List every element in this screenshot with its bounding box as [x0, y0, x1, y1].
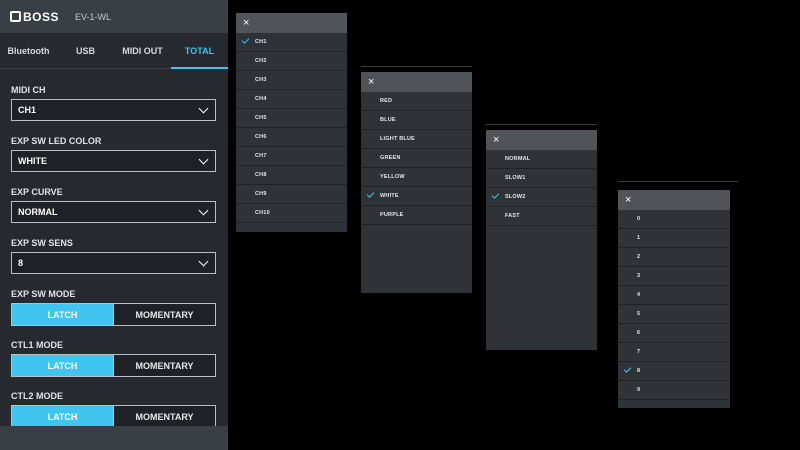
midi-ch-field: MIDI CH CH1 — [11, 84, 216, 121]
boss-logo-icon — [10, 11, 21, 22]
tab-bluetooth[interactable]: Bluetooth — [0, 33, 57, 68]
list-item[interactable]: 5 — [618, 305, 730, 324]
list-item[interactable]: SLOW1 — [486, 169, 597, 188]
boss-logo: BOSS — [10, 10, 59, 24]
exp-sw-sens-label: EXP SW SENS — [11, 238, 73, 248]
list-item[interactable]: CH3 — [236, 71, 347, 90]
chevron-down-icon — [198, 205, 209, 215]
list-item[interactable]: 2 — [618, 248, 730, 267]
list-item[interactable]: CH5 — [236, 109, 347, 128]
list-item[interactable]: GREEN — [361, 149, 472, 168]
list-item[interactable]: FAST — [486, 207, 597, 226]
popup-header: × — [486, 130, 597, 150]
list-item[interactable]: WHITE — [361, 187, 472, 206]
ctl1-mode-toggle: LATCH MOMENTARY — [11, 354, 216, 377]
exp-sw-led-color-value: WHITE — [18, 156, 47, 166]
list-item[interactable]: 9 — [618, 381, 730, 400]
list-item[interactable]: 3 — [618, 267, 730, 286]
popup-header: × — [236, 13, 347, 33]
chevron-down-icon — [198, 154, 209, 164]
sens-popup: × 0 1 2 3 4 5 6 7 8 9 — [618, 190, 730, 408]
list-item[interactable]: CH10 — [236, 204, 347, 223]
list-item[interactable]: 0 — [618, 210, 730, 229]
midi-ch-label: MIDI CH — [11, 85, 46, 95]
popup-shadow-line — [618, 181, 738, 182]
exp-sw-led-color-label: EXP SW LED COLOR — [11, 136, 102, 146]
list-item[interactable]: CH6 — [236, 128, 347, 147]
list-item[interactable]: PURPLE — [361, 206, 472, 225]
list-item[interactable]: 7 — [618, 343, 730, 362]
list-item[interactable]: CH1 — [236, 33, 347, 52]
ctl1-mode-momentary-button[interactable]: MOMENTARY — [113, 355, 215, 376]
check-icon — [491, 191, 500, 199]
exp-sw-led-color-field: EXP SW LED COLOR WHITE — [11, 135, 216, 172]
ctl2-mode-latch-button[interactable]: LATCH — [12, 406, 113, 427]
led-color-popup: × RED BLUE LIGHT BLUE GREEN YELLOW WHITE… — [361, 72, 472, 293]
exp-sw-sens-field: EXP SW SENS 8 — [11, 237, 216, 274]
popup-header: × — [361, 72, 472, 92]
list-item[interactable]: 1 — [618, 229, 730, 248]
ctl1-mode-label: CTL1 MODE — [11, 340, 64, 350]
chevron-down-icon — [198, 103, 209, 113]
close-icon[interactable]: × — [625, 194, 631, 206]
tab-usb[interactable]: USB — [57, 33, 114, 68]
app-header: BOSS EV-1-WL — [0, 0, 228, 33]
list-item[interactable]: SLOW2 — [486, 188, 597, 207]
settings-panel: BOSS EV-1-WL Bluetooth USB MIDI OUT TOTA… — [0, 0, 228, 450]
exp-curve-label: EXP CURVE — [11, 187, 63, 197]
exp-sw-sens-select[interactable]: 8 — [11, 252, 216, 274]
exp-sw-mode-toggle: LATCH MOMENTARY — [11, 303, 216, 326]
exp-curve-field: EXP CURVE NORMAL — [11, 186, 216, 223]
ctl1-mode-field: CTL1 MODE LATCH MOMENTARY — [11, 339, 216, 377]
list-item[interactable]: BLUE — [361, 111, 472, 130]
close-icon[interactable]: × — [368, 76, 374, 88]
check-icon — [623, 365, 632, 373]
close-icon[interactable]: × — [243, 17, 249, 29]
ctl2-mode-field: CTL2 MODE LATCH MOMENTARY — [11, 390, 216, 428]
list-item[interactable]: YELLOW — [361, 168, 472, 187]
exp-sw-mode-label: EXP SW MODE — [11, 289, 76, 299]
list-item[interactable]: CH9 — [236, 185, 347, 204]
exp-curve-select[interactable]: NORMAL — [11, 201, 216, 223]
exp-curve-value: NORMAL — [18, 207, 58, 217]
device-name: EV-1-WL — [75, 11, 112, 22]
midi-ch-popup: × CH1 CH2 CH3 CH4 CH5 CH6 CH7 CH8 CH9 CH… — [236, 13, 347, 232]
exp-sw-led-color-select[interactable]: WHITE — [11, 150, 216, 172]
check-icon — [366, 190, 375, 198]
tab-midi-out[interactable]: MIDI OUT — [114, 33, 171, 68]
list-item[interactable]: CH4 — [236, 90, 347, 109]
popup-shadow-line — [361, 66, 472, 67]
list-item[interactable]: CH2 — [236, 52, 347, 71]
midi-ch-value: CH1 — [18, 105, 37, 115]
list-item[interactable]: 6 — [618, 324, 730, 343]
exp-sw-mode-latch-button[interactable]: LATCH — [12, 304, 113, 325]
close-icon[interactable]: × — [493, 134, 499, 146]
brand-name: BOSS — [23, 9, 60, 24]
ctl2-mode-toggle: LATCH MOMENTARY — [11, 405, 216, 428]
list-item[interactable]: 8 — [618, 362, 730, 381]
ctl2-mode-momentary-button[interactable]: MOMENTARY — [113, 406, 215, 427]
list-item[interactable]: 4 — [618, 286, 730, 305]
ctl2-mode-label: CTL2 MODE — [11, 391, 64, 401]
exp-sw-sens-value: 8 — [18, 258, 24, 268]
tab-bar: Bluetooth USB MIDI OUT TOTAL — [0, 33, 228, 69]
list-item[interactable]: NORMAL — [486, 150, 597, 169]
list-item[interactable]: LIGHT BLUE — [361, 130, 472, 149]
tab-total[interactable]: TOTAL — [171, 33, 228, 69]
exp-sw-mode-momentary-button[interactable]: MOMENTARY — [113, 304, 215, 325]
check-icon — [241, 36, 250, 44]
list-item[interactable]: RED — [361, 92, 472, 111]
list-item[interactable]: CH8 — [236, 166, 347, 185]
midi-ch-select[interactable]: CH1 — [11, 99, 216, 121]
panel-footer — [0, 426, 228, 450]
popup-header: × — [618, 190, 730, 210]
chevron-down-icon — [198, 256, 209, 266]
curve-popup: × NORMAL SLOW1 SLOW2 FAST — [486, 130, 597, 350]
list-item[interactable]: CH7 — [236, 147, 347, 166]
exp-sw-mode-field: EXP SW MODE LATCH MOMENTARY — [11, 288, 216, 326]
ctl1-mode-latch-button[interactable]: LATCH — [12, 355, 113, 376]
popup-shadow-line — [486, 124, 597, 125]
